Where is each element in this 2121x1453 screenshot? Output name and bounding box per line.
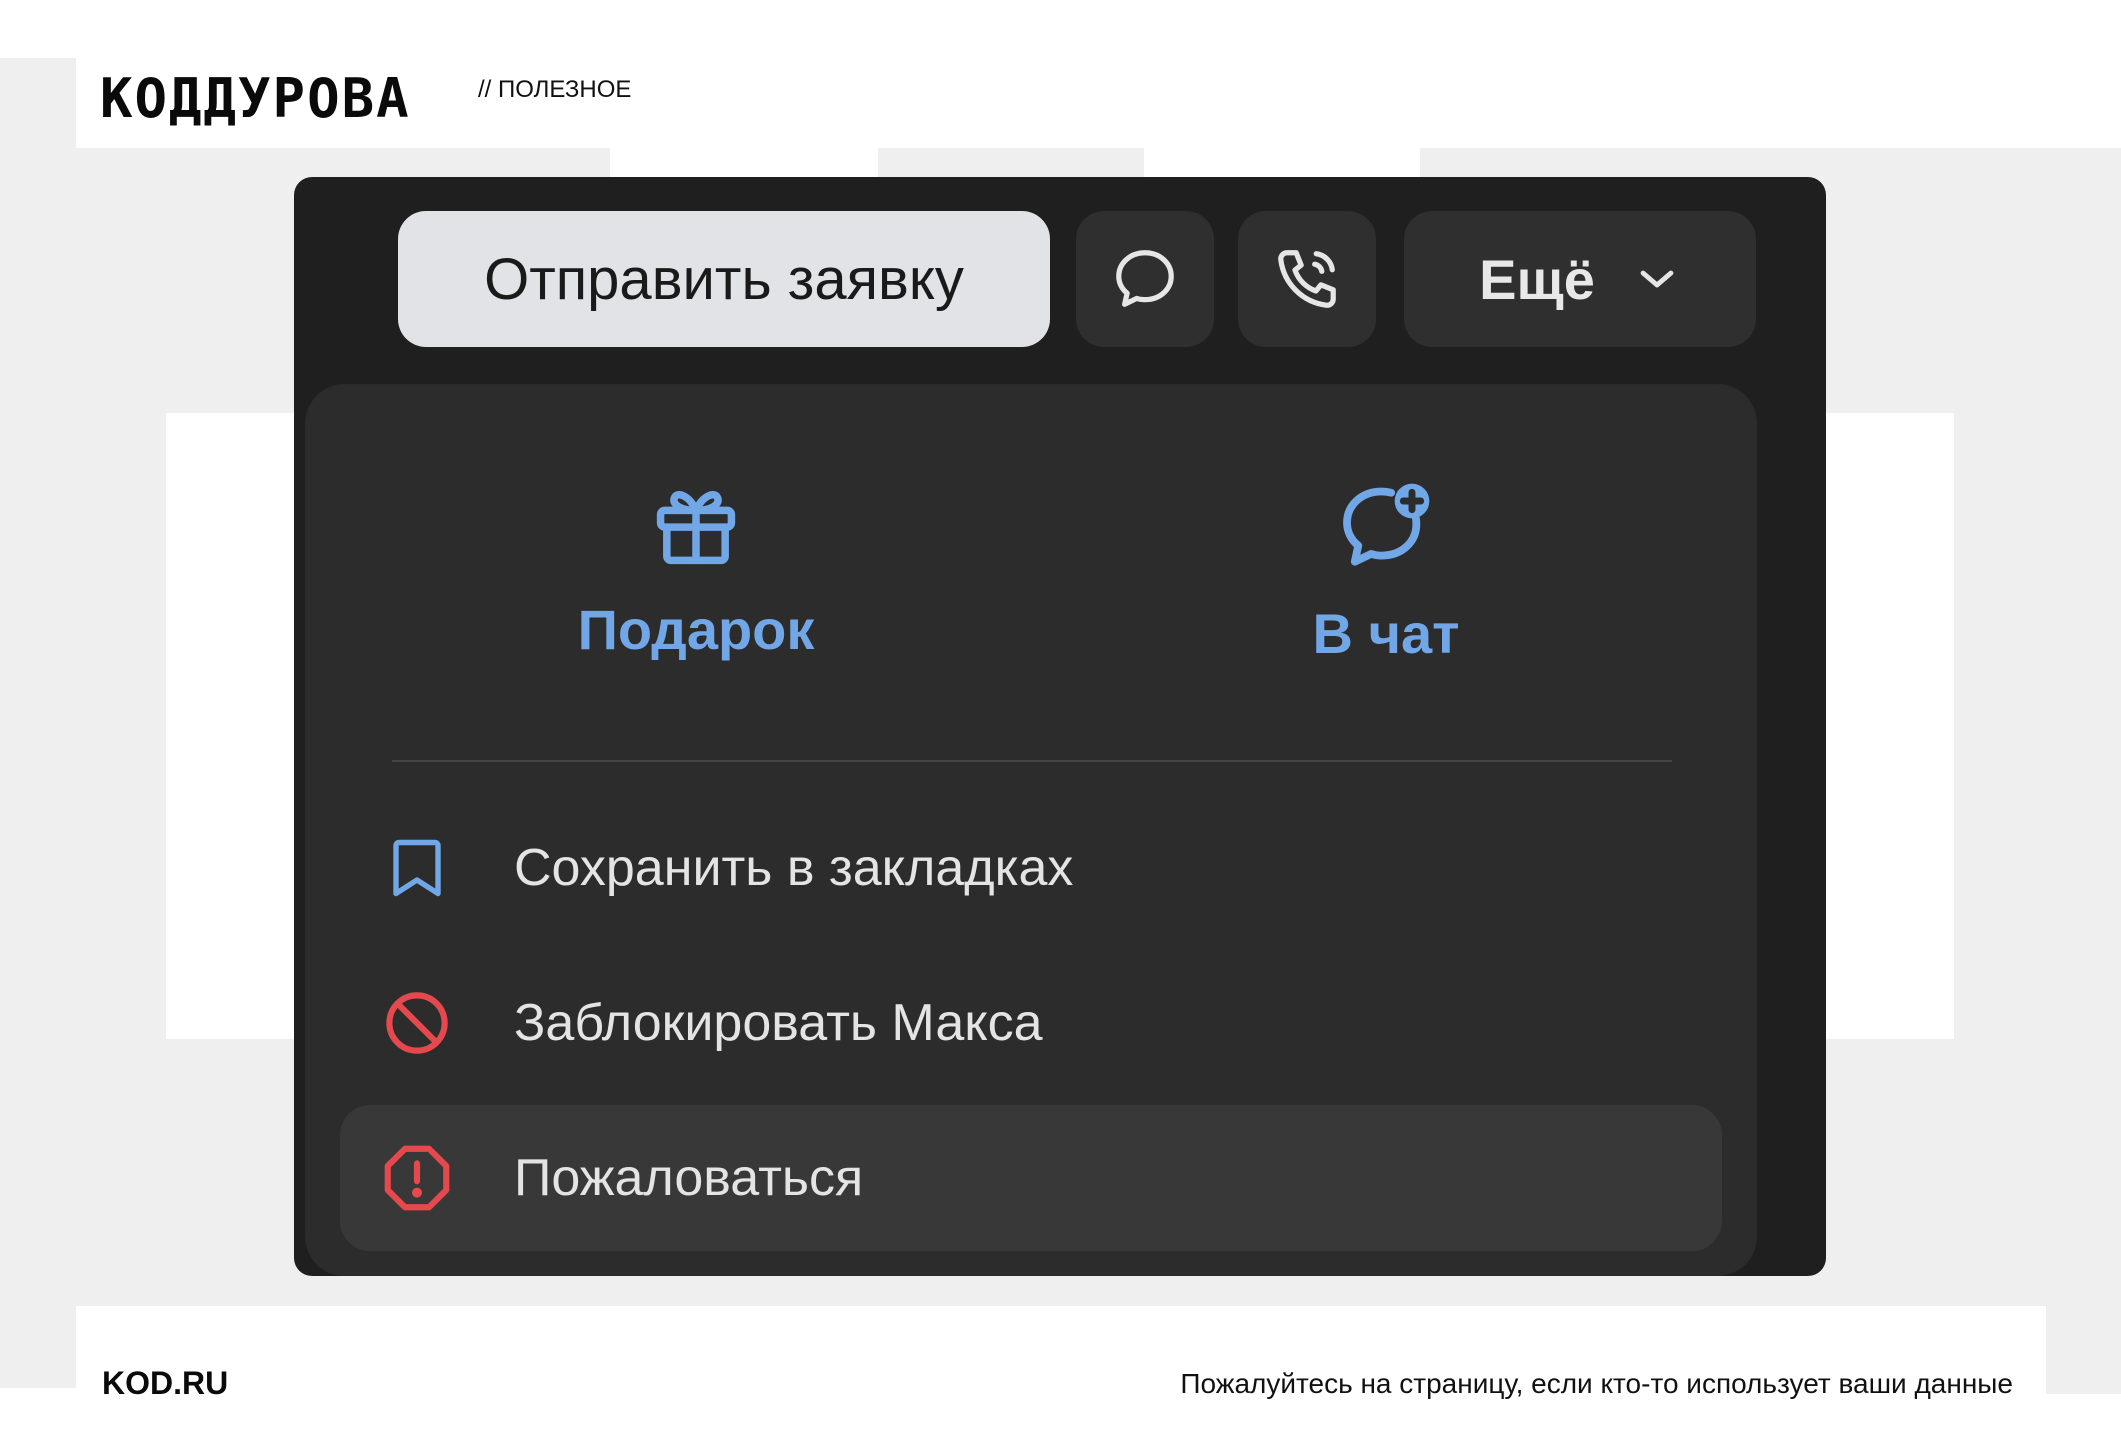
menu-item-report[interactable]: Пожаловаться [340, 1105, 1722, 1251]
call-button[interactable] [1238, 211, 1376, 347]
message-button[interactable] [1076, 211, 1214, 347]
gift-icon [656, 491, 736, 565]
bookmark-icon [378, 829, 456, 907]
menu-item-label: Пожаловаться [514, 1149, 864, 1207]
brand-logo: КОДДУРОВА [100, 67, 411, 130]
menu-item-block-user[interactable]: Заблокировать Макса [340, 950, 1722, 1096]
chat-add-icon [1343, 483, 1430, 566]
quick-action-gift-label: Подарок [577, 598, 815, 661]
send-request-label: Отправить заявку [484, 246, 964, 312]
quick-action-gift[interactable]: Подарок [436, 475, 956, 662]
footer-site: KOD.RU [102, 1365, 229, 1401]
phone-icon [1278, 250, 1336, 308]
background-block [0, 58, 76, 1388]
more-menu: Подарок В чат Сохранить в закладках Забл… [306, 385, 1756, 1275]
menu-item-save-bookmark[interactable]: Сохранить в закладках [340, 795, 1722, 941]
menu-divider [392, 760, 1672, 762]
background-block [1954, 413, 2121, 1039]
background-block [76, 413, 166, 1039]
quick-action-to-chat-label: В чат [1312, 602, 1460, 665]
section-tag: // ПОЛЕЗНОЕ [478, 76, 632, 103]
menu-item-label: Сохранить в закладках [514, 839, 1074, 897]
send-request-button[interactable]: Отправить заявку [398, 211, 1050, 347]
menu-item-label: Заблокировать Макса [514, 994, 1043, 1052]
chevron-down-icon [1640, 270, 1674, 288]
more-button[interactable]: Ещё [1404, 211, 1756, 347]
chat-bubble-icon [1116, 250, 1174, 307]
background-block [2046, 1039, 2121, 1394]
quick-action-to-chat[interactable]: В чат [1126, 475, 1646, 666]
block-icon [378, 984, 456, 1062]
report-icon [378, 1139, 456, 1217]
footer-caption: Пожалуйтесь на страницу, если кто-то исп… [1180, 1368, 2013, 1399]
more-label: Ещё [1479, 247, 1595, 311]
app-window: Отправить заявку Ещё Подарок В чат Сохра… [294, 177, 1826, 1276]
